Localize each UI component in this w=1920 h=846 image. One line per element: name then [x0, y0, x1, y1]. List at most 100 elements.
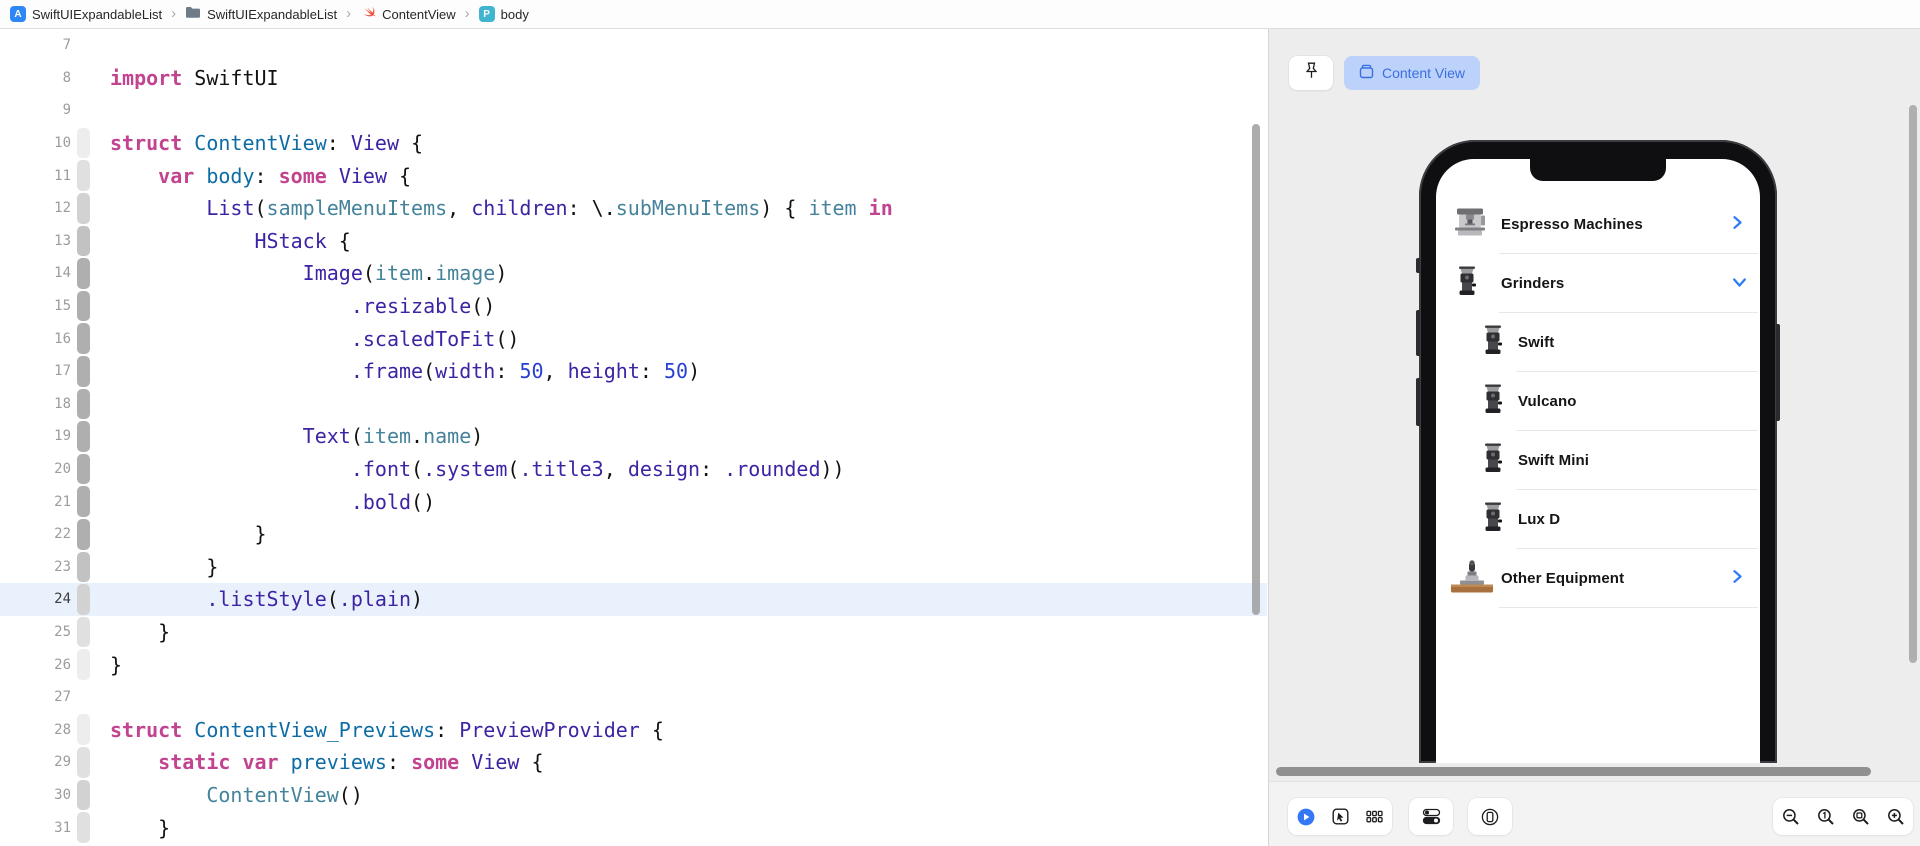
device-settings-button[interactable]: [1468, 798, 1512, 835]
code-text: .bold(): [350, 489, 436, 514]
zoom-in-button[interactable]: [1887, 808, 1905, 826]
editor-scrollbar[interactable]: [1252, 124, 1260, 615]
code-line-14[interactable]: 14 Image(item.image): [0, 257, 1267, 290]
breadcrumb-item-swiftuiexpandablelist[interactable]: SwiftUIExpandableList: [185, 5, 337, 24]
list-row-swift[interactable]: Swift: [1436, 313, 1760, 372]
code-line-15[interactable]: 15 .resizable(): [0, 290, 1267, 323]
code-line-20[interactable]: 20 .font(.system(.title3, design: .round…: [0, 453, 1267, 486]
code-line-22[interactable]: 22 }: [0, 518, 1267, 551]
line-number: 24: [54, 591, 71, 608]
breadcrumb-label: SwiftUIExpandableList: [32, 6, 163, 22]
iphone-notch: [1530, 159, 1666, 181]
code-line-26[interactable]: 26}: [0, 648, 1267, 681]
row-label: Grinders: [1501, 275, 1565, 292]
selectable-mode-button[interactable]: [1332, 808, 1349, 825]
fold-ribbon: [77, 779, 90, 811]
list-row-espresso-machines[interactable]: Espresso Machines: [1436, 195, 1760, 254]
line-number: 31: [54, 819, 71, 836]
line-number: 28: [54, 721, 71, 738]
code-line-17[interactable]: 17 .frame(width: 50, height: 50): [0, 355, 1267, 388]
fold-ribbon: [77, 518, 90, 550]
fold-ribbon: [77, 160, 90, 191]
breadcrumb: A SwiftUIExpandableList › SwiftUIExpandable…: [10, 4, 529, 25]
line-number: 16: [54, 330, 71, 347]
code-text: HStack {: [254, 228, 351, 253]
canvas-vertical-scrollbar[interactable]: [1909, 105, 1917, 663]
code-line-11[interactable]: 11 var body: some View {: [0, 159, 1267, 192]
code-line-19[interactable]: 19 Text(item.name): [0, 420, 1267, 453]
code-line-16[interactable]: 16 .scaledToFit(): [0, 322, 1267, 355]
code-line-23[interactable]: 23 }: [0, 551, 1267, 584]
preview-canvas: Content View Espresso Machines Grinders Sw…: [1268, 29, 1920, 846]
line-number: 26: [54, 656, 71, 673]
preview-tab-content-view[interactable]: Content View: [1344, 56, 1481, 90]
code-line-30[interactable]: 30 ContentView(): [0, 779, 1267, 812]
preview-tab-label: Content View: [1382, 65, 1466, 81]
code-line-8[interactable]: 8 import SwiftUI: [0, 62, 1267, 95]
source-editor[interactable]: 7 8 import SwiftUI 9 10 struct ContentView: V…: [0, 29, 1267, 846]
code-line-12[interactable]: 12 List(sampleMenuItems, children: \.sub…: [0, 192, 1267, 225]
list-row-vulcano[interactable]: Vulcano: [1436, 372, 1760, 431]
zoom-out-button[interactable]: [1782, 808, 1800, 826]
code-line-25[interactable]: 25 }: [0, 616, 1267, 649]
breadcrumb-separator: ›: [171, 4, 177, 22]
line-number: 21: [54, 493, 71, 510]
volume-up-button: [1416, 310, 1420, 356]
line-number: 8: [62, 69, 71, 86]
list-row-other-equipment[interactable]: Other Equipment: [1436, 549, 1760, 608]
fold-ribbon: [77, 649, 90, 680]
canvas-device-icon: [1359, 64, 1374, 82]
grinder-image: [1480, 502, 1506, 537]
folder-icon: [185, 5, 201, 24]
breadcrumb-item-body[interactable]: Pbody: [478, 6, 529, 22]
row-label: Other Equipment: [1501, 570, 1625, 587]
code-line-28[interactable]: 28 struct ContentView_Previews: PreviewPr…: [0, 713, 1267, 746]
code-line-24[interactable]: 24 .listStyle(.plain): [0, 583, 1267, 616]
fold-ribbon: [77, 812, 90, 843]
property-icon: P: [478, 6, 495, 22]
pin-icon: [1304, 62, 1319, 84]
canvas-horizontal-scrollbar[interactable]: [1276, 767, 1871, 776]
code-line-21[interactable]: 21 .bold(): [0, 485, 1267, 518]
breadcrumb-item-contentview[interactable]: ContentView: [360, 4, 456, 25]
fold-ribbon: [77, 192, 90, 224]
grid-variants-button[interactable]: [1366, 808, 1383, 825]
code-text: struct ContentView: View {: [110, 131, 424, 156]
fold-ribbon: [77, 388, 90, 420]
code-line-7[interactable]: 7: [0, 29, 1267, 62]
code-text: .listStyle(.plain): [206, 587, 424, 612]
line-number: 23: [54, 558, 71, 575]
canvas-toolbar: [1269, 781, 1920, 846]
code-text: }: [254, 522, 267, 547]
breadcrumb-label: ContentView: [382, 6, 456, 22]
list-row-grinders[interactable]: Grinders: [1436, 254, 1760, 313]
row-separator: [1499, 607, 1758, 608]
line-number: 15: [54, 298, 71, 315]
fold-ribbon: [77, 453, 90, 485]
code-text: List(sampleMenuItems, children: \.subMen…: [206, 196, 893, 221]
code-line-18[interactable]: 18: [0, 388, 1267, 421]
code-line-13[interactable]: 13 HStack {: [0, 225, 1267, 258]
list-row-lux-d[interactable]: Lux D: [1436, 490, 1760, 549]
code-text: static var previews: some View {: [158, 750, 544, 775]
fold-ribbon: [77, 747, 90, 778]
list-row-swift-mini[interactable]: Swift Mini: [1436, 431, 1760, 490]
grinder-image: [1480, 384, 1506, 419]
zoom-100-button[interactable]: [1817, 808, 1835, 826]
code-line-27[interactable]: 27: [0, 681, 1267, 714]
breadcrumb-item-swiftuiexpandablelist[interactable]: A SwiftUIExpandableList: [10, 6, 162, 22]
fold-ribbon: [77, 225, 90, 257]
code-line-31[interactable]: 31 }: [0, 811, 1267, 844]
fold-ribbon: [77, 584, 90, 615]
fold-ribbon: [77, 616, 90, 648]
row-label: Swift Mini: [1518, 452, 1589, 469]
mute-switch: [1416, 258, 1420, 273]
live-preview-button[interactable]: [1297, 808, 1315, 826]
variants-button[interactable]: [1409, 798, 1453, 835]
zoom-fit-button[interactable]: [1852, 808, 1870, 826]
line-number: 10: [54, 135, 71, 152]
code-line-29[interactable]: 29 static var previews: some View {: [0, 746, 1267, 779]
code-line-10[interactable]: 10 struct ContentView: View {: [0, 127, 1267, 160]
code-line-9[interactable]: 9: [0, 94, 1267, 127]
pin-preview-button[interactable]: [1289, 56, 1333, 90]
